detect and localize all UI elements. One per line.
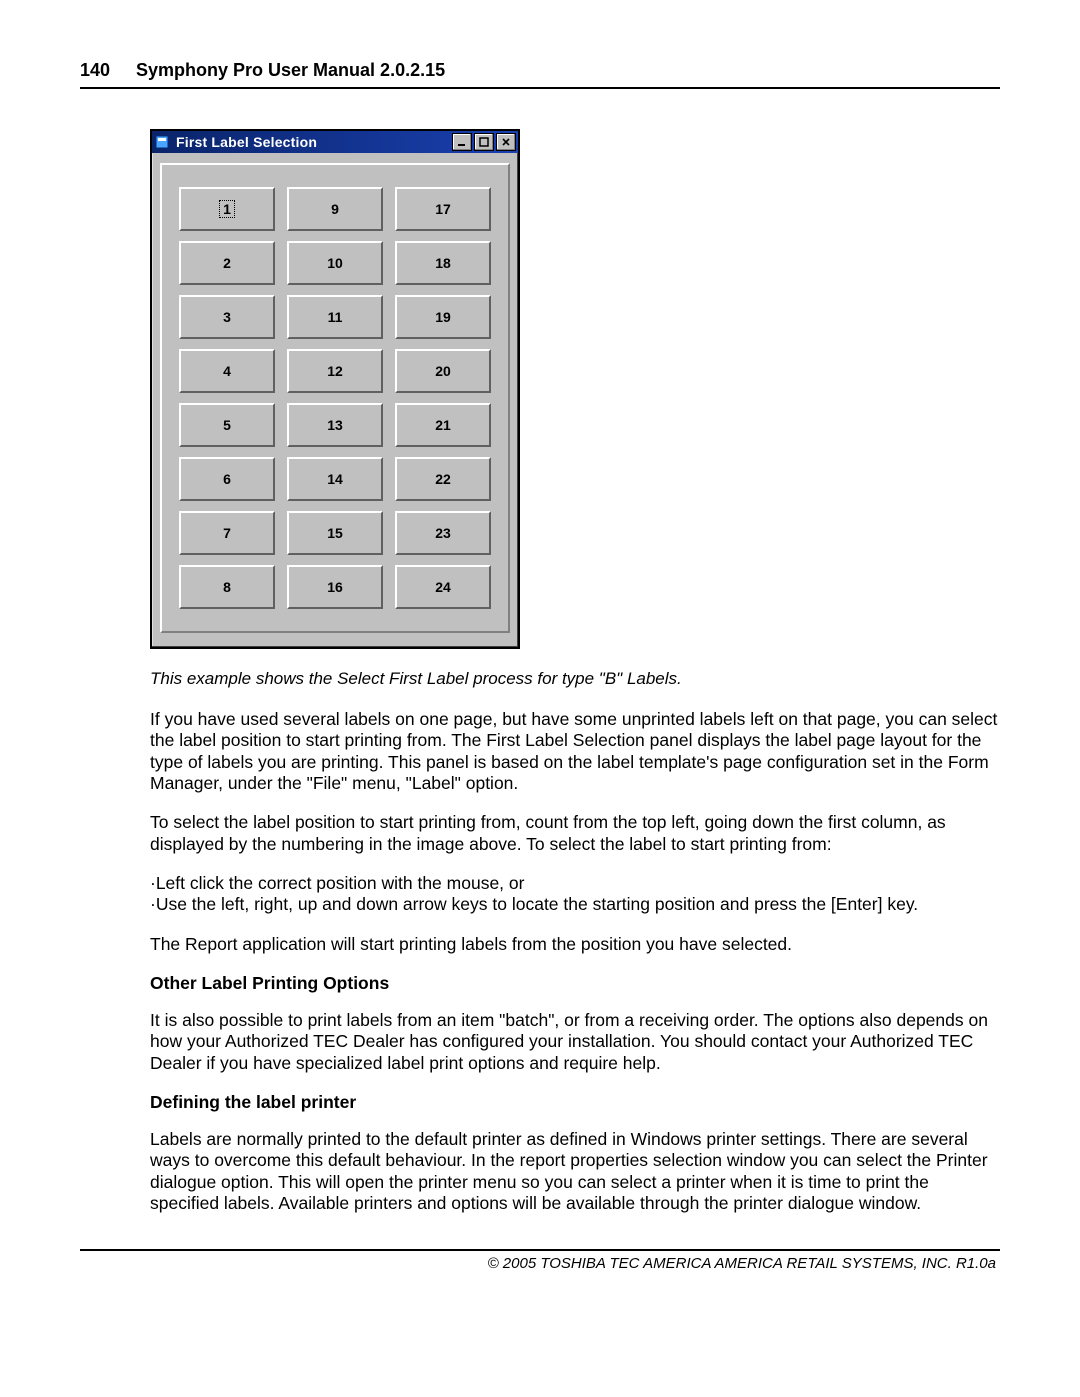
page: 140 Symphony Pro User Manual 2.0.2.15 Fi… [0, 0, 1080, 1397]
label-position-button[interactable]: 24 [395, 565, 491, 609]
label-position-button[interactable]: 21 [395, 403, 491, 447]
label-position-number: 2 [223, 255, 231, 271]
label-position-button[interactable]: 2 [179, 241, 275, 285]
footer-divider [80, 1249, 1000, 1251]
label-position-button[interactable]: 1 [179, 187, 275, 231]
app-icon [154, 134, 170, 150]
label-position-number: 8 [223, 579, 231, 595]
label-position-button[interactable]: 14 [287, 457, 383, 501]
label-position-button[interactable]: 23 [395, 511, 491, 555]
label-position-button[interactable]: 6 [179, 457, 275, 501]
instruction-item: ·Use the left, right, up and down arrow … [150, 894, 1000, 915]
paragraph-other-options: It is also possible to print labels from… [150, 1010, 1000, 1074]
label-position-button[interactable]: 7 [179, 511, 275, 555]
label-grid: 123456789101112131415161718192021222324 [174, 187, 496, 609]
window-controls [450, 133, 516, 151]
label-position-number: 9 [331, 201, 339, 217]
label-position-number: 10 [327, 255, 343, 271]
minimize-icon [457, 137, 467, 147]
label-position-button[interactable]: 12 [287, 349, 383, 393]
label-position-button[interactable]: 11 [287, 295, 383, 339]
heading-other-options: Other Label Printing Options [150, 973, 1000, 994]
label-position-number: 14 [327, 471, 343, 487]
label-position-button[interactable]: 13 [287, 403, 383, 447]
instruction-list: ·Left click the correct position with th… [80, 873, 1000, 916]
page-header: 140 Symphony Pro User Manual 2.0.2.15 [80, 60, 1000, 81]
label-position-button[interactable]: 18 [395, 241, 491, 285]
dialog-titlebar[interactable]: First Label Selection [152, 131, 518, 153]
figure-caption: This example shows the Select First Labe… [150, 669, 1000, 689]
dialog-title: First Label Selection [176, 134, 450, 150]
label-position-number: 23 [435, 525, 451, 541]
dialog-client-area: 123456789101112131415161718192021222324 [152, 153, 518, 647]
label-position-button[interactable]: 5 [179, 403, 275, 447]
close-button[interactable] [496, 133, 516, 151]
heading-define-printer: Defining the label printer [150, 1092, 1000, 1113]
minimize-button[interactable] [452, 133, 472, 151]
label-position-button[interactable]: 10 [287, 241, 383, 285]
paragraph-result: The Report application will start printi… [150, 934, 1000, 955]
label-grid-inset: 123456789101112131415161718192021222324 [160, 163, 510, 633]
paragraph-intro: If you have used several labels on one p… [150, 709, 1000, 794]
label-position-button[interactable]: 8 [179, 565, 275, 609]
label-position-number: 24 [435, 579, 451, 595]
label-position-number: 22 [435, 471, 451, 487]
label-position-number: 3 [223, 309, 231, 325]
label-position-number: 11 [328, 309, 343, 325]
doc-title: Symphony Pro User Manual 2.0.2.15 [136, 60, 445, 81]
label-position-button[interactable]: 3 [179, 295, 275, 339]
label-position-number: 18 [435, 255, 451, 271]
label-position-number: 6 [223, 471, 231, 487]
label-position-number: 1 [220, 201, 234, 217]
label-position-number: 13 [327, 417, 343, 433]
label-position-button[interactable]: 22 [395, 457, 491, 501]
label-position-button[interactable]: 9 [287, 187, 383, 231]
close-icon [501, 137, 511, 147]
label-position-button[interactable]: 4 [179, 349, 275, 393]
label-position-number: 7 [223, 525, 231, 541]
label-position-number: 21 [435, 417, 451, 433]
label-position-number: 16 [327, 579, 343, 595]
label-position-number: 5 [223, 417, 231, 433]
page-number: 140 [80, 60, 136, 81]
maximize-icon [479, 137, 489, 147]
label-position-button[interactable]: 19 [395, 295, 491, 339]
label-position-number: 4 [223, 363, 231, 379]
label-position-number: 19 [435, 309, 451, 325]
label-position-number: 20 [435, 363, 451, 379]
instruction-item: ·Left click the correct position with th… [150, 873, 1000, 894]
maximize-button[interactable] [474, 133, 494, 151]
label-position-button[interactable]: 15 [287, 511, 383, 555]
page-footer: © 2005 TOSHIBA TEC AMERICA AMERICA RETAI… [80, 1255, 1000, 1272]
first-label-selection-dialog: First Label Selection [150, 129, 520, 649]
label-position-number: 15 [327, 525, 343, 541]
label-position-button[interactable]: 17 [395, 187, 491, 231]
paragraph-howto: To select the label position to start pr… [150, 812, 1000, 855]
label-position-number: 12 [327, 363, 343, 379]
label-position-button[interactable]: 20 [395, 349, 491, 393]
label-position-button[interactable]: 16 [287, 565, 383, 609]
label-position-number: 17 [435, 201, 451, 217]
paragraph-define-printer: Labels are normally printed to the defau… [150, 1129, 1000, 1214]
header-divider [80, 87, 1000, 89]
